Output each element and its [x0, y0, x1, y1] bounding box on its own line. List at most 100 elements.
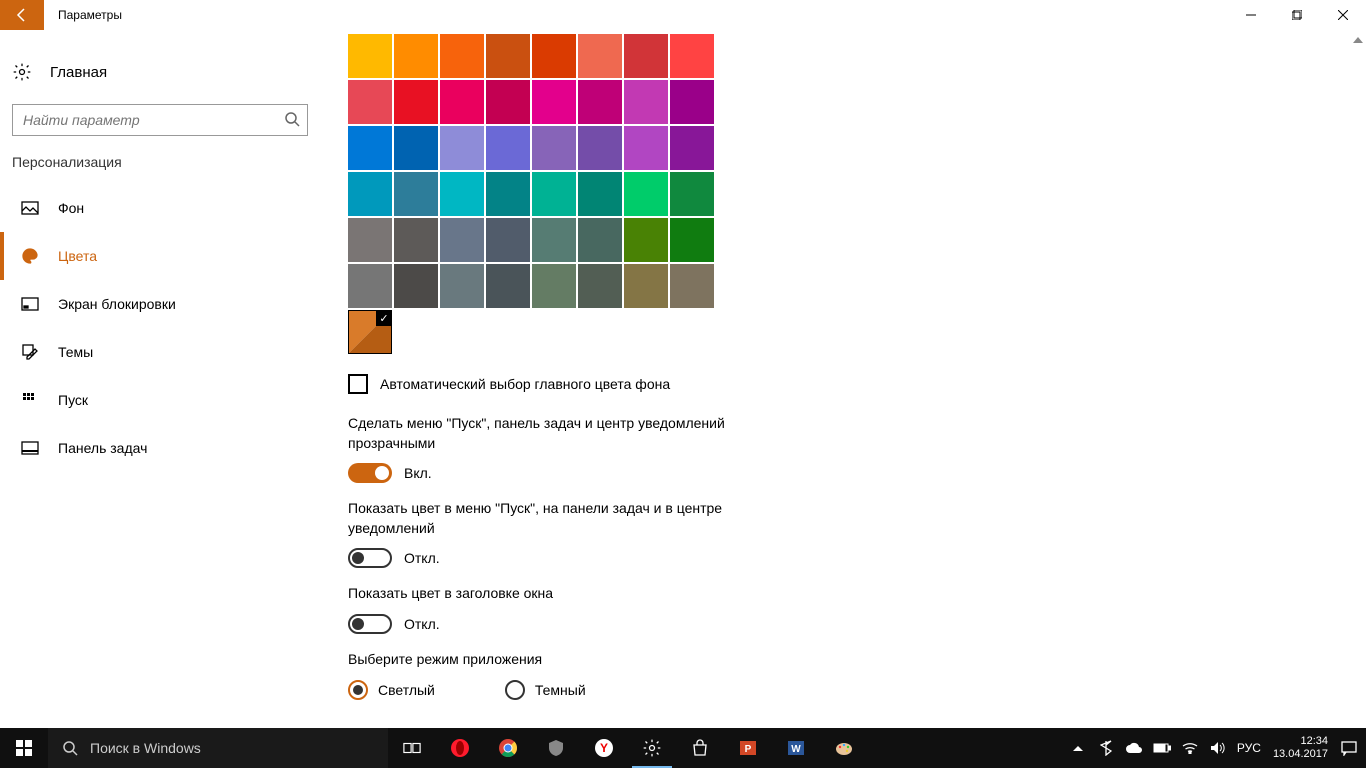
taskbar-apps: Y P W	[436, 728, 868, 768]
color-swatch[interactable]	[532, 34, 576, 78]
color-swatch[interactable]	[440, 218, 484, 262]
tray-language[interactable]: РУС	[1237, 741, 1261, 755]
color-swatch[interactable]	[670, 264, 714, 308]
volume-icon[interactable]	[1209, 741, 1227, 755]
taskbar-app-yandex[interactable]: Y	[580, 728, 628, 768]
color-swatch[interactable]	[532, 172, 576, 216]
color-swatch[interactable]	[394, 80, 438, 124]
color-swatch[interactable]	[670, 218, 714, 262]
color-swatch[interactable]	[670, 172, 714, 216]
sidebar-item-label: Фон	[58, 200, 84, 216]
bluetooth-icon[interactable]	[1097, 740, 1115, 756]
color-swatch[interactable]	[348, 80, 392, 124]
color-swatch[interactable]	[578, 34, 622, 78]
auto-color-checkbox[interactable]: Автоматический выбор главного цвета фона	[348, 374, 1366, 394]
color-swatch[interactable]	[394, 218, 438, 262]
minimize-button[interactable]	[1228, 0, 1274, 30]
color-swatch[interactable]	[348, 218, 392, 262]
color-swatch[interactable]	[348, 126, 392, 170]
sidebar-item-label: Панель задач	[58, 440, 147, 456]
color-swatch[interactable]	[348, 34, 392, 78]
app-mode-dark[interactable]: Темный	[505, 680, 586, 700]
start-button[interactable]	[0, 728, 48, 768]
color-swatch[interactable]	[486, 172, 530, 216]
search-input[interactable]	[12, 104, 308, 136]
sidebar-item-themes[interactable]: Темы	[0, 328, 320, 376]
svg-text:P: P	[745, 744, 752, 755]
action-center-icon[interactable]	[1340, 740, 1358, 756]
color-swatch[interactable]	[578, 218, 622, 262]
color-swatch[interactable]	[486, 218, 530, 262]
taskbar-app-wot[interactable]	[532, 728, 580, 768]
color-swatch[interactable]	[394, 34, 438, 78]
color-swatch[interactable]	[486, 34, 530, 78]
color-swatch[interactable]	[624, 34, 668, 78]
color-swatch[interactable]	[532, 264, 576, 308]
color-swatch[interactable]	[394, 264, 438, 308]
color-swatch[interactable]	[670, 34, 714, 78]
taskbar-app-chrome[interactable]	[484, 728, 532, 768]
color-swatch[interactable]	[532, 126, 576, 170]
back-button[interactable]	[0, 0, 44, 30]
task-view-button[interactable]	[388, 728, 436, 768]
color-swatch[interactable]	[440, 126, 484, 170]
taskbar-app-powerpoint[interactable]: P	[724, 728, 772, 768]
color-swatch[interactable]	[670, 80, 714, 124]
onedrive-icon[interactable]	[1125, 742, 1143, 754]
color-swatch[interactable]	[532, 80, 576, 124]
color-swatch[interactable]	[624, 126, 668, 170]
sidebar-item-lockscreen[interactable]: Экран блокировки	[0, 280, 320, 328]
color-swatch[interactable]	[624, 218, 668, 262]
taskbar-search[interactable]: Поиск в Windows	[48, 728, 388, 768]
battery-icon[interactable]	[1153, 743, 1171, 753]
themes-icon	[20, 343, 40, 361]
color-swatch[interactable]	[486, 264, 530, 308]
color-swatch[interactable]	[624, 172, 668, 216]
svg-text:Y: Y	[600, 741, 608, 755]
scroll-chevron-icon[interactable]	[1352, 34, 1364, 49]
close-button[interactable]	[1320, 0, 1366, 30]
color-swatch[interactable]	[440, 264, 484, 308]
sidebar-item-background[interactable]: Фон	[0, 184, 320, 232]
color-swatch[interactable]	[578, 80, 622, 124]
color-swatch[interactable]	[532, 218, 576, 262]
color-swatch-custom[interactable]: ✓	[348, 310, 392, 354]
transparency-toggle[interactable]	[348, 463, 392, 483]
color-swatch[interactable]	[394, 172, 438, 216]
show-color-label: Показать цвет в меню "Пуск", на панели з…	[348, 499, 768, 538]
search-icon	[62, 740, 78, 756]
color-swatch[interactable]	[624, 264, 668, 308]
taskbar-app-word[interactable]: W	[772, 728, 820, 768]
color-swatch[interactable]	[486, 80, 530, 124]
color-swatch[interactable]	[440, 34, 484, 78]
tray-clock[interactable]: 12:34 13.04.2017	[1273, 735, 1328, 761]
color-swatch[interactable]	[348, 172, 392, 216]
color-swatch[interactable]	[486, 126, 530, 170]
sidebar-home[interactable]: Главная	[0, 54, 320, 90]
app-mode-light[interactable]: Светлый	[348, 680, 435, 700]
taskbar-app-settings[interactable]	[628, 728, 676, 768]
wifi-icon[interactable]	[1181, 742, 1199, 754]
color-swatch[interactable]	[440, 80, 484, 124]
color-swatch[interactable]	[578, 126, 622, 170]
color-swatch[interactable]	[670, 126, 714, 170]
taskbar-app-paint[interactable]	[820, 728, 868, 768]
sidebar-item-taskbar[interactable]: Панель задач	[0, 424, 320, 472]
color-swatch[interactable]	[440, 172, 484, 216]
sidebar-item-start[interactable]: Пуск	[0, 376, 320, 424]
sidebar-item-colors[interactable]: Цвета	[0, 232, 320, 280]
sidebar-item-label: Пуск	[58, 392, 88, 408]
show-color-toggle[interactable]	[348, 548, 392, 568]
color-swatch[interactable]	[624, 80, 668, 124]
maximize-button[interactable]	[1274, 0, 1320, 30]
color-swatch[interactable]	[348, 264, 392, 308]
sidebar: Главная Персонализация Фон Цвета Экран б…	[0, 30, 320, 728]
taskbar-app-opera[interactable]	[436, 728, 484, 768]
transparency-label: Сделать меню "Пуск", панель задач и цент…	[348, 414, 768, 453]
tray-chevron-icon[interactable]	[1069, 742, 1087, 754]
titlebar-color-toggle[interactable]	[348, 614, 392, 634]
taskbar-app-store[interactable]	[676, 728, 724, 768]
color-swatch[interactable]	[394, 126, 438, 170]
color-swatch[interactable]	[578, 264, 622, 308]
color-swatch[interactable]	[578, 172, 622, 216]
